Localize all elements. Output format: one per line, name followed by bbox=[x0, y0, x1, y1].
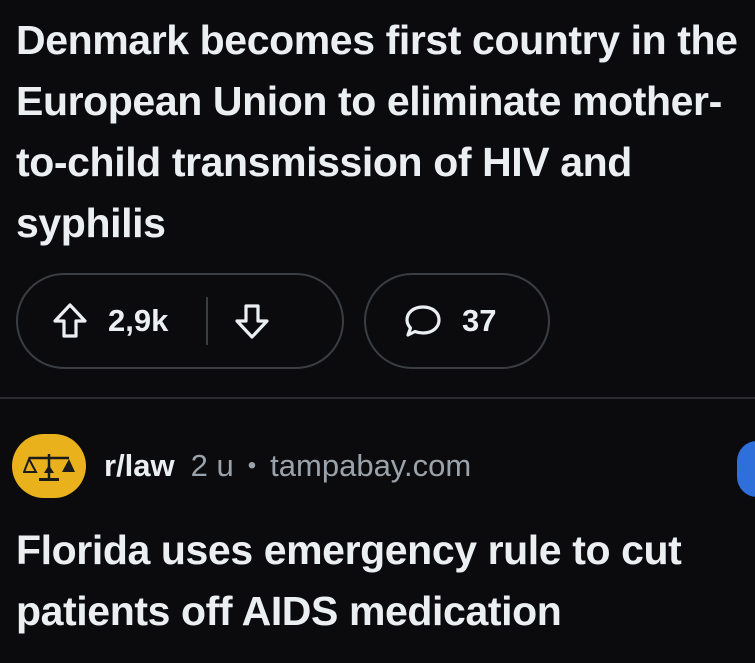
post-title[interactable]: Denmark becomes first country in the Eur… bbox=[16, 10, 751, 254]
post-meta: r/law 2 u • tampabay.com bbox=[12, 434, 471, 498]
vote-count: 2,9k bbox=[108, 303, 169, 338]
join-button[interactable] bbox=[737, 441, 755, 497]
post-age: 2 u bbox=[190, 448, 234, 483]
meta-separator: • bbox=[247, 452, 257, 479]
source-domain[interactable]: tampabay.com bbox=[270, 448, 471, 484]
post-title[interactable]: Florida uses emergency rule to cut patie… bbox=[16, 520, 751, 642]
post-action-bar: 2,9k 37 bbox=[16, 273, 550, 371]
comments-button[interactable]: 37 bbox=[364, 273, 550, 369]
vote-pill: 2,9k bbox=[16, 273, 344, 369]
scales-of-justice-icon bbox=[23, 454, 75, 481]
comment-icon bbox=[404, 303, 442, 339]
vote-divider bbox=[206, 297, 209, 345]
subreddit-avatar[interactable] bbox=[12, 434, 86, 498]
comment-count: 37 bbox=[462, 303, 497, 338]
downvote-icon[interactable] bbox=[234, 302, 270, 340]
subreddit-link[interactable]: r/law bbox=[104, 448, 175, 484]
upvote-icon[interactable] bbox=[52, 302, 88, 340]
feed-divider bbox=[0, 397, 755, 399]
